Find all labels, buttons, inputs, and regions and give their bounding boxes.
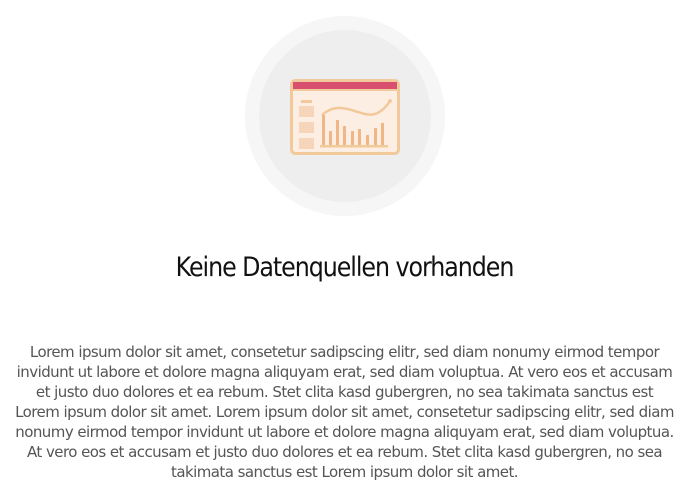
- empty-state-title: Keine Datenquellen vorhanden: [175, 252, 515, 283]
- empty-state-description: Lorem ipsum dolor sit amet, consetetur s…: [15, 343, 674, 481]
- empty-state-page: Keine Datenquellen vorhanden Lorem ipsum…: [0, 0, 689, 497]
- dashboard-chart-icon: [290, 79, 400, 155]
- illustration-backdrop: [245, 16, 445, 216]
- illustration-circle: [259, 30, 431, 202]
